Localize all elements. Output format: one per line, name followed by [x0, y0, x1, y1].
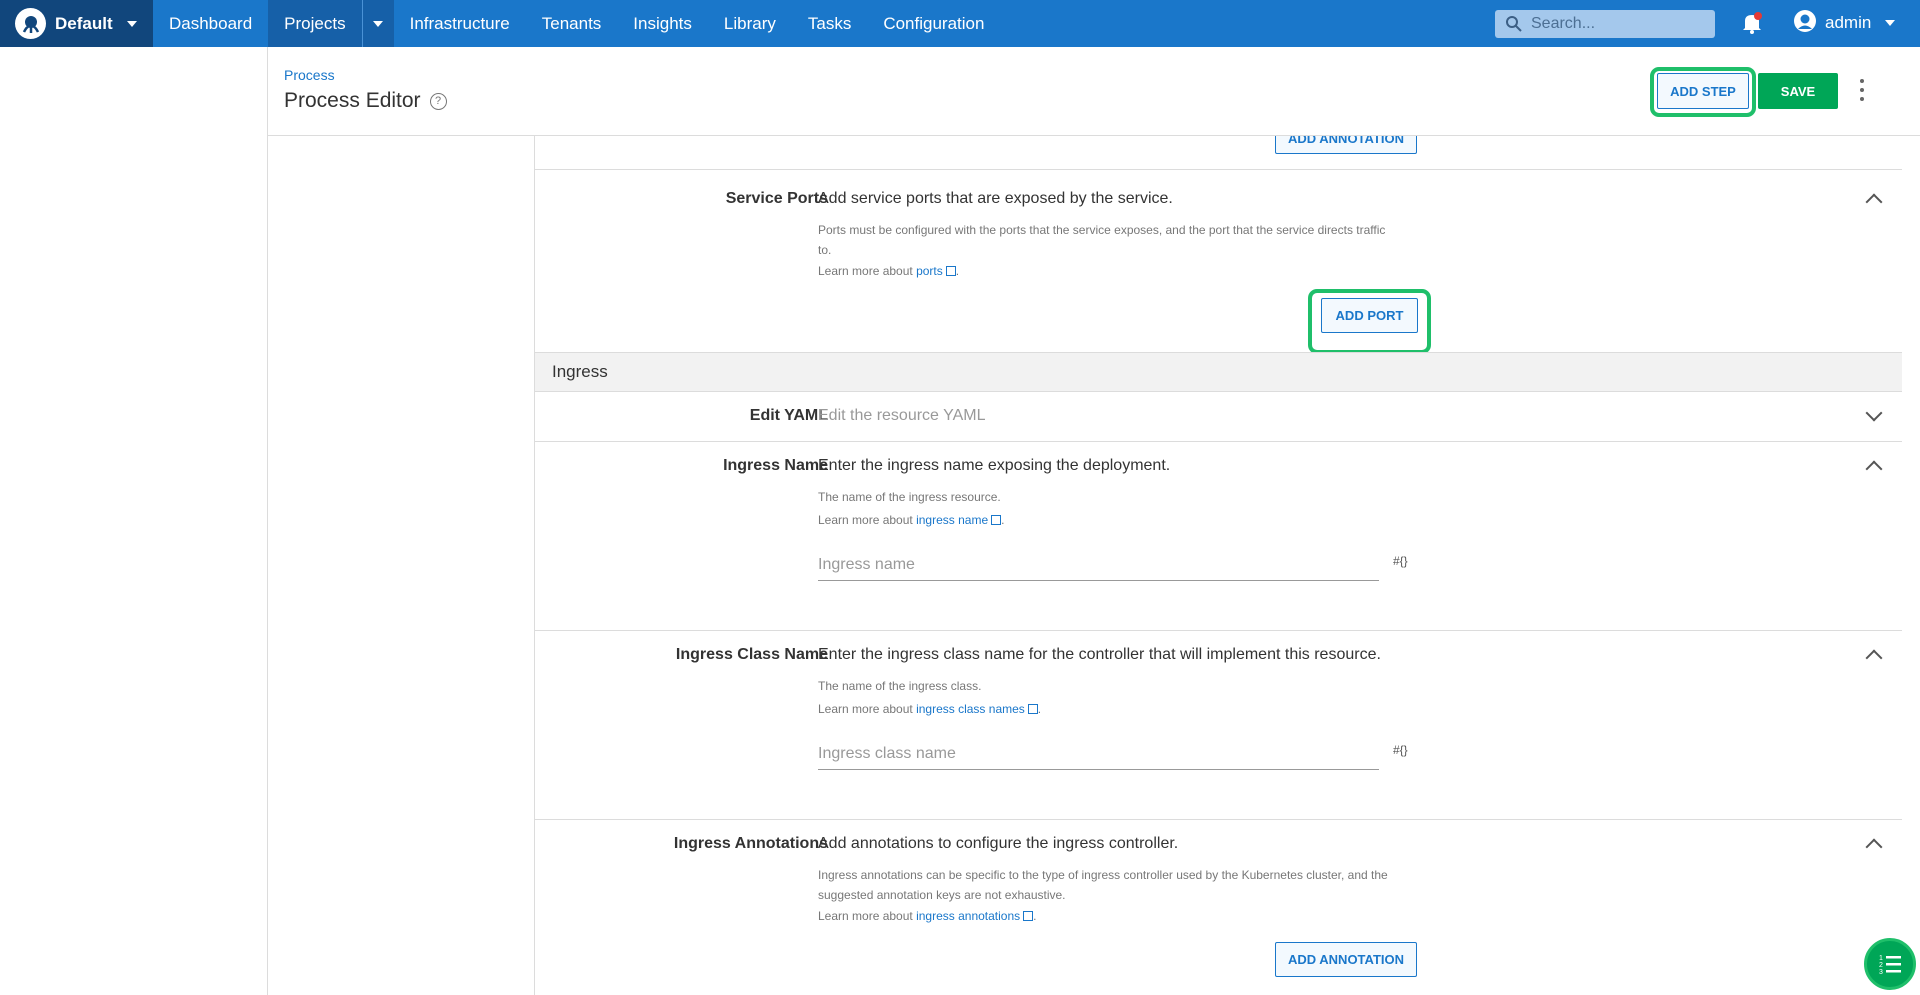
service-ports-learn-more: Learn more about ports.: [818, 264, 960, 278]
external-link-icon: [1027, 704, 1038, 714]
ingress-name-learn-more: Learn more about ingress name.: [818, 513, 1005, 527]
ingress-name-link[interactable]: ingress name: [916, 513, 988, 527]
chevron-up-icon[interactable]: [1865, 460, 1883, 478]
nav-tasks[interactable]: Tasks: [792, 0, 867, 47]
add-step-button[interactable]: ADD STEP: [1657, 73, 1749, 109]
ingress-annotations-description: Add annotations to configure the ingress…: [818, 835, 1179, 852]
search-placeholder: Search...: [1531, 15, 1596, 32]
nav-infrastructure[interactable]: Infrastructure: [394, 0, 526, 47]
chevron-up-icon[interactable]: [1865, 649, 1883, 667]
ingress-name-label: Ingress Name: [723, 457, 828, 474]
ingress-class-name-input[interactable]: Ingress class name: [818, 745, 1379, 770]
help-line-1: Ingress annotations can be specific to t…: [818, 868, 1388, 882]
numbered-list-icon: 1 2 3: [1879, 955, 1901, 975]
ingress-name-section: Ingress Name Enter the ingress name expo…: [535, 441, 1902, 630]
nav-projects[interactable]: Projects: [268, 0, 394, 47]
chevron-down-icon[interactable]: [1865, 404, 1883, 422]
chevron-down-icon: [1885, 20, 1896, 26]
add-annotation-button-top[interactable]: ADD ANNOTATION: [1275, 136, 1417, 154]
ingress-class-name-label: Ingress Class Name: [675, 646, 828, 663]
ingress-annotations-section: Ingress Annotations Add annotations to c…: [535, 819, 1902, 995]
edit-yaml-label: Edit YAML: [749, 407, 828, 424]
svg-text:1: 1: [1879, 955, 1883, 962]
step-editor-content: ADD ANNOTATION Service Ports Add service…: [534, 136, 1902, 995]
nav-insights[interactable]: Insights: [617, 0, 708, 47]
chevron-down-icon: [126, 20, 137, 27]
nav-configuration[interactable]: Configuration: [867, 0, 1000, 47]
learn-prefix: Learn more about: [818, 264, 913, 278]
step-list-fab[interactable]: 1 2 3: [1864, 938, 1916, 990]
edit-yaml-description: Edit the resource YAML: [818, 407, 986, 424]
ingress-annotations-label: Ingress Annotations: [673, 835, 828, 852]
space-name: Default: [55, 13, 113, 33]
learn-prefix: Learn more about: [818, 909, 913, 923]
chevron-up-icon[interactable]: [1865, 838, 1883, 856]
user-name: admin: [1825, 13, 1872, 32]
ingress-class-name-description: Enter the ingress class name for the con…: [818, 646, 1381, 663]
chevron-up-icon[interactable]: [1865, 193, 1883, 211]
main-nav: Dashboard Projects Infrastructure Tenant…: [153, 0, 1000, 47]
nav-tenants[interactable]: Tenants: [526, 0, 618, 47]
space-switcher[interactable]: Default: [0, 0, 153, 47]
notifications-bell-icon[interactable]: [1741, 11, 1763, 35]
top-navigation-bar: Default Dashboard Projects Infrastructur…: [0, 0, 1920, 47]
external-link-icon: [1023, 911, 1034, 921]
ingress-class-name-section: Ingress Class Name Enter the ingress cla…: [535, 630, 1902, 819]
sidebar-divider: [267, 47, 268, 995]
ingress-name-description: Enter the ingress name exposing the depl…: [818, 457, 1171, 474]
ingress-name-input[interactable]: Ingress name: [818, 556, 1379, 581]
help-line-2: to.: [818, 243, 832, 257]
variable-binding-button[interactable]: #{}: [1393, 743, 1408, 757]
ingress-annotations-link[interactable]: ingress annotations: [916, 909, 1020, 923]
chevron-down-icon: [373, 20, 384, 27]
more-options-icon[interactable]: [1858, 79, 1866, 101]
external-link-icon: [945, 266, 956, 276]
ingress-annotations-learn-more: Learn more about ingress annotations.: [818, 909, 1037, 923]
search-input[interactable]: Search...: [1495, 10, 1715, 38]
service-ports-label: Service Ports: [725, 190, 828, 207]
user-menu[interactable]: admin: [1793, 9, 1896, 38]
ingress-class-name-help: The name of the ingress class.: [818, 679, 982, 693]
page-title-text: Process Editor: [284, 89, 421, 112]
octopus-logo-icon: [15, 8, 46, 39]
add-annotation-button[interactable]: ADD ANNOTATION: [1275, 942, 1417, 977]
search-icon: [1506, 16, 1522, 32]
service-ports-help: Ports must be configured with the ports …: [818, 220, 1418, 260]
svg-text:3: 3: [1879, 969, 1883, 975]
service-ports-section: Service Ports Add service ports that are…: [535, 169, 1902, 354]
ingress-name-help: The name of the ingress resource.: [818, 490, 1001, 504]
external-link-icon: [991, 515, 1002, 525]
variable-binding-button[interactable]: #{}: [1393, 554, 1408, 568]
ingress-class-names-link[interactable]: ingress class names: [916, 702, 1025, 716]
help-icon[interactable]: ?: [429, 92, 447, 110]
ports-link[interactable]: ports: [916, 264, 943, 278]
save-button[interactable]: SAVE: [1758, 73, 1838, 109]
projects-dropdown-button[interactable]: [361, 0, 394, 47]
learn-prefix: Learn more about: [818, 513, 913, 527]
edit-yaml-section[interactable]: Edit YAML Edit the resource YAML: [535, 392, 1902, 441]
ingress-class-name-learn-more: Learn more about ingress class names.: [818, 702, 1042, 716]
service-ports-description: Add service ports that are exposed by th…: [818, 190, 1173, 207]
add-port-button[interactable]: ADD PORT: [1321, 298, 1418, 333]
nav-library[interactable]: Library: [708, 0, 792, 47]
page-title: Process Editor ?: [284, 89, 447, 113]
svg-text:2: 2: [1879, 962, 1883, 969]
breadcrumb[interactable]: Process: [284, 67, 335, 83]
avatar-icon: [1793, 9, 1817, 38]
ingress-group-header: Ingress: [535, 352, 1902, 392]
learn-prefix: Learn more about: [818, 702, 913, 716]
help-line-2: suggested annotation keys are not exhaus…: [818, 888, 1066, 902]
nav-dashboard[interactable]: Dashboard: [153, 0, 268, 47]
help-line-1: Ports must be configured with the ports …: [818, 223, 1386, 237]
ingress-annotations-help: Ingress annotations can be specific to t…: [818, 865, 1418, 905]
nav-projects-label: Projects: [284, 13, 346, 33]
